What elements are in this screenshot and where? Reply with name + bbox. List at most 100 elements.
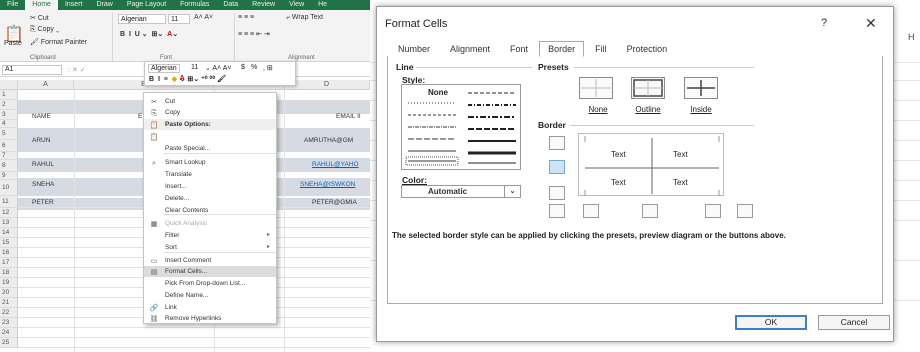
row-header[interactable]: 5 — [0, 128, 18, 140]
formula-bar-buttons[interactable]: : ✕ ✓ — [68, 66, 86, 74]
row-header[interactable]: 20 — [0, 288, 18, 298]
cell-rahul[interactable]: RAHUL — [32, 161, 54, 168]
row-header[interactable]: 24 — [0, 328, 18, 338]
border-diag-up-button[interactable] — [549, 204, 565, 218]
row-header[interactable]: 8 — [0, 160, 18, 172]
tab-help[interactable]: He — [311, 0, 334, 10]
tab-insert[interactable]: Insert — [58, 0, 90, 10]
menu-item-format-cells[interactable]: ▤ Format Cells... — [144, 266, 276, 277]
border-center-button[interactable] — [642, 204, 658, 218]
paste-button[interactable]: Paste — [4, 40, 22, 47]
cell-name-header[interactable]: NAME — [32, 113, 51, 120]
tab-home[interactable]: Home — [25, 0, 58, 10]
tab-fill[interactable]: Fill — [586, 41, 616, 57]
menu-item-paste-option[interactable]: 📋 — [144, 131, 276, 142]
cell-b-header[interactable]: E — [138, 113, 142, 120]
align-left-buttons[interactable]: ≡ ≡ ≡ ⇤ ⇥ — [238, 30, 270, 38]
row-header[interactable]: 23 — [0, 318, 18, 328]
cell-rahul-email[interactable]: RAHUL@YAHO — [312, 161, 359, 168]
preset-outline-button[interactable] — [631, 77, 665, 99]
border-bottom-button[interactable] — [549, 186, 565, 200]
preset-inside-button[interactable] — [684, 77, 718, 99]
menu-item-quick-analysis[interactable]: ▦ Quick Analysis — [144, 218, 276, 229]
tab-font[interactable]: Font — [501, 41, 537, 57]
border-middle-button[interactable] — [549, 160, 565, 174]
mini-currency[interactable]: $ — [241, 64, 245, 71]
cell-sneha[interactable]: SNEHA — [32, 181, 54, 188]
tab-file[interactable]: File — [0, 0, 25, 10]
align-top-buttons[interactable]: ≡ ≡ ≡ — [238, 14, 254, 21]
row-header[interactable]: 18 — [0, 268, 18, 278]
row-header[interactable]: 2 — [0, 100, 18, 110]
border-right-button[interactable] — [705, 204, 721, 218]
menu-item-define-name[interactable]: Define Name... — [144, 290, 276, 301]
tab-data[interactable]: Data — [216, 0, 245, 10]
row-header[interactable]: 1 — [0, 90, 18, 100]
menu-item-pick-from-drop-down-list[interactable]: Pick From Drop-down List... — [144, 278, 276, 289]
copy-button[interactable]: ⎘ Copy ⌄ — [30, 26, 59, 34]
format-painter-button[interactable]: 🖌 Format Painter — [30, 38, 87, 46]
cell-peter-email[interactable]: PETER@GMIA — [312, 199, 357, 206]
chevron-down-icon[interactable]: ⌄ — [504, 186, 520, 197]
help-button[interactable]: ? — [821, 17, 827, 29]
row-header[interactable]: 25 — [0, 338, 18, 348]
ok-button[interactable]: OK — [735, 315, 807, 330]
border-top-button[interactable] — [549, 136, 565, 150]
line-style-list[interactable]: None — [401, 84, 521, 170]
bold-italic-underline[interactable]: B I U ⌄ ⊞⌄ A⌄ — [120, 30, 178, 38]
tab-border[interactable]: Border — [539, 41, 585, 57]
row-header[interactable]: 13 — [0, 218, 18, 228]
row-header[interactable]: 4 — [0, 120, 18, 128]
menu-item-delete[interactable]: Delete... — [144, 193, 276, 204]
menu-item-remove-hyperlinks[interactable]: ⛓ Remove Hyperlinks — [144, 313, 276, 324]
cancel-button[interactable]: Cancel — [818, 315, 890, 330]
menu-item-filter[interactable]: Filter ▸ — [144, 230, 276, 241]
cell-sneha-email[interactable]: SNEHA@ISWKON — [300, 181, 355, 188]
name-box[interactable]: A1 — [2, 65, 62, 75]
menu-item-translate[interactable]: Translate — [144, 169, 276, 180]
tab-view[interactable]: View — [282, 0, 311, 10]
border-left-button[interactable] — [583, 204, 599, 218]
font-name-select[interactable]: Algerian — [118, 14, 166, 24]
cell-arun-email[interactable]: AMRUTHA@GM — [304, 137, 353, 144]
border-preview[interactable]: Text Text Text Text — [578, 133, 724, 196]
column-header-a[interactable]: A — [18, 80, 74, 90]
row-header[interactable]: 7 — [0, 152, 18, 160]
mini-font-select[interactable]: Algerian — [148, 64, 180, 73]
tab-protection[interactable]: Protection — [618, 41, 677, 57]
mini-bold-italic[interactable]: B I ≡ ◆ ⌄ A ⌄ ⊞⌄ ⁺⁰ ⁰⁰ 🖌 — [149, 75, 226, 83]
row-header[interactable]: 11 — [0, 196, 18, 208]
menu-item-smart-lookup[interactable]: ⌕ Smart Lookup — [144, 157, 276, 168]
cut-button[interactable]: ✂ Cut — [30, 14, 49, 22]
row-header[interactable]: 9 — [0, 172, 18, 180]
menu-item-link[interactable]: 🔗 Link — [144, 302, 276, 313]
menu-item-copy[interactable]: ⎘ Copy — [144, 107, 276, 118]
close-icon[interactable]: ✕ — [865, 15, 877, 32]
mini-grow-shrink[interactable]: ⌄ A˄ A˅ — [205, 64, 232, 72]
row-header[interactable]: 6 — [0, 140, 18, 152]
row-header[interactable]: 15 — [0, 238, 18, 248]
preset-none-button[interactable] — [579, 77, 613, 99]
row-header[interactable]: 19 — [0, 278, 18, 288]
mini-font-size[interactable]: 11 — [191, 64, 198, 71]
row-header[interactable]: 22 — [0, 308, 18, 318]
row-header[interactable]: 10 — [0, 180, 18, 196]
wrap-text-button[interactable]: ⤶ Wrap Text — [286, 14, 323, 22]
mini-comma[interactable]: , ⊞ — [263, 64, 273, 72]
tab-number[interactable]: Number — [389, 41, 439, 57]
cell-arun[interactable]: ARUN — [32, 137, 50, 144]
row-header[interactable]: 17 — [0, 258, 18, 268]
column-header-d[interactable]: D — [284, 80, 370, 90]
row-header[interactable]: 12 — [0, 208, 18, 218]
tab-page-layout[interactable]: Page Layout — [120, 0, 173, 10]
tab-review[interactable]: Review — [245, 0, 282, 10]
menu-item-cut[interactable]: ✂ Cut — [144, 96, 276, 107]
mini-percent[interactable]: % — [251, 64, 257, 71]
font-size-select[interactable]: 11 — [168, 14, 190, 24]
menu-item-insert-comment[interactable]: ▭ Insert Comment — [144, 255, 276, 266]
cell-email-header[interactable]: EMAIL II — [336, 113, 361, 120]
color-select[interactable]: Automatic ⌄ — [401, 185, 521, 198]
row-header[interactable]: 14 — [0, 228, 18, 238]
font-grow-shrink[interactable]: A˄ A˅ — [194, 14, 213, 21]
tab-draw[interactable]: Draw — [89, 0, 119, 10]
